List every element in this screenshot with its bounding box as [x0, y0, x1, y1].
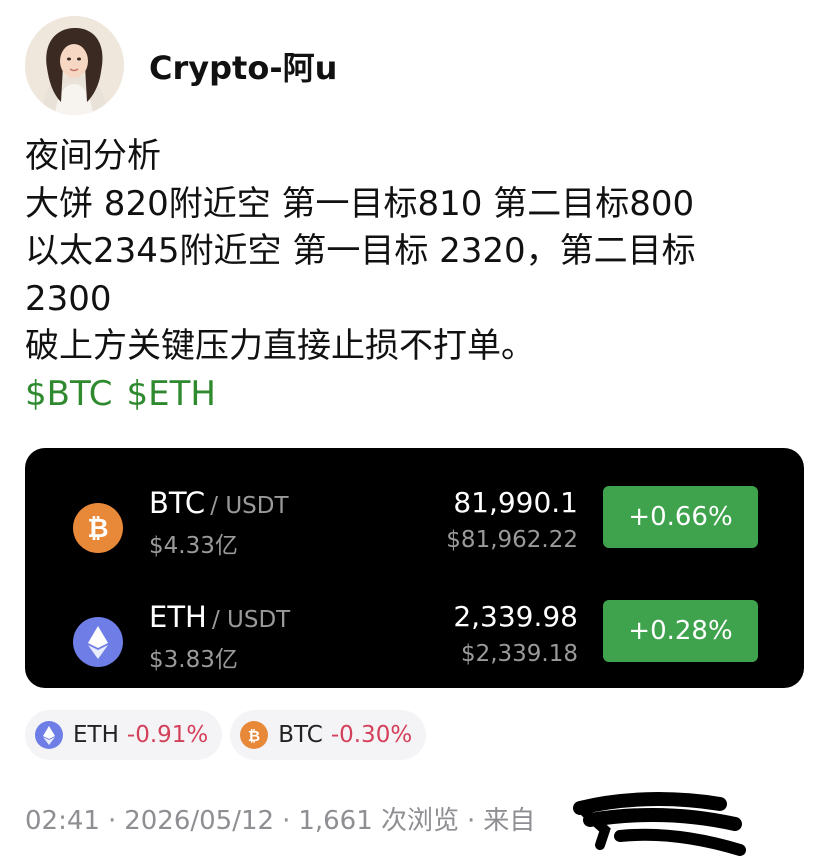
- market-row-btc[interactable]: ₿ BTC / USDT $4.33亿 81,990.1 $81,962.22 …: [25, 458, 804, 578]
- pair-label: ETH / USDT: [149, 600, 290, 634]
- usd-price: $2,339.18: [460, 641, 578, 667]
- post-content: 夜间分析 大饼 820附近空 第一目标810 第二目标800 以太2345附近空…: [25, 133, 805, 418]
- coin-chips: ETH -0.91% ₿ BTC -0.30%: [25, 710, 434, 760]
- post-tags: $BTC $ETH: [25, 371, 805, 419]
- svg-text:₿: ₿: [248, 727, 260, 745]
- chip-change: -0.30%: [330, 722, 413, 748]
- volume: $3.83亿: [149, 647, 238, 673]
- post-header: Crypto-阿u: [25, 16, 337, 115]
- ethereum-icon: [73, 617, 123, 667]
- usd-price: $81,962.22: [446, 527, 578, 553]
- chip-change: -0.91%: [126, 722, 209, 748]
- last-price: 81,990.1: [453, 486, 578, 519]
- author-name[interactable]: Crypto-阿u: [149, 43, 337, 89]
- view-count: 1,661 次浏览: [298, 806, 460, 836]
- pair-symbol: BTC: [149, 486, 206, 520]
- last-price: 2,339.98: [453, 600, 578, 633]
- chip-eth[interactable]: ETH -0.91%: [25, 710, 223, 760]
- separator-dot: ·: [282, 806, 291, 836]
- pair-label: BTC / USDT: [149, 486, 289, 520]
- ethereum-icon: [35, 721, 63, 749]
- post-line: 夜间分析: [25, 136, 161, 176]
- post-line: 以太2345附近空 第一目标 2320，第二目标: [25, 231, 696, 271]
- post-line: 2300: [25, 278, 112, 319]
- pair-symbol: ETH: [149, 600, 207, 634]
- post-date: 2026/05/12: [124, 806, 275, 836]
- chip-symbol: ETH: [73, 722, 119, 748]
- separator-dot: ·: [467, 806, 476, 836]
- market-card: ₿ BTC / USDT $4.33亿 81,990.1 $81,962.22 …: [25, 448, 804, 688]
- avatar[interactable]: [25, 16, 124, 115]
- separator-dot: ·: [107, 806, 117, 836]
- post-source[interactable]: 来自: [483, 806, 535, 836]
- pair-quote: / USDT: [211, 607, 291, 633]
- market-row-eth[interactable]: ETH / USDT $3.83亿 2,339.98 $2,339.18 +0.…: [25, 572, 804, 692]
- chip-btc[interactable]: ₿ BTC -0.30%: [230, 710, 427, 760]
- tag-btc[interactable]: $BTC: [25, 374, 112, 414]
- redaction-scribble: [573, 792, 746, 856]
- post-meta: 02:41 · 2026/05/12 · 1,661 次浏览 · 来自: [25, 800, 535, 837]
- pair-quote: / USDT: [210, 493, 289, 519]
- post-time: 02:41: [25, 806, 100, 836]
- post-line: 破上方关键压力直接止损不打单。: [25, 326, 535, 366]
- post-page: Crypto-阿u 夜间分析 大饼 820附近空 第一目标810 第二目标800…: [0, 0, 829, 859]
- change-badge[interactable]: +0.28%: [603, 600, 758, 662]
- post-line: 大饼 820附近空 第一目标810 第二目标800: [25, 183, 695, 224]
- change-badge[interactable]: +0.66%: [603, 486, 758, 548]
- bitcoin-icon: ₿: [73, 503, 123, 553]
- bitcoin-icon: ₿: [240, 721, 269, 749]
- chip-symbol: BTC: [278, 722, 323, 748]
- tag-eth[interactable]: $ETH: [126, 374, 215, 414]
- volume: $4.33亿: [149, 533, 238, 559]
- svg-text:₿: ₿: [87, 514, 108, 544]
